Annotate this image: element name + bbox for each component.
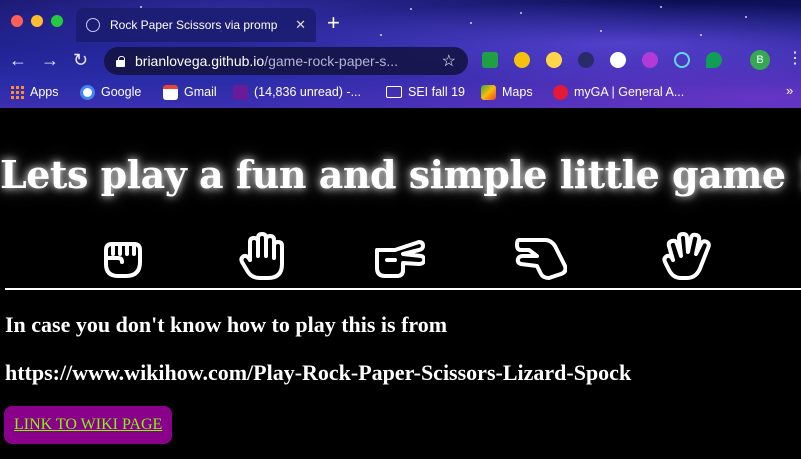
page-title: Lets play a fun and simple little game !: [0, 152, 801, 197]
reload-icon[interactable]: ↻: [73, 50, 88, 70]
tab-title: Rock Paper Scissors via promp: [110, 18, 278, 32]
info-text: In case you don't know how to play this …: [5, 312, 448, 337]
window-controls: [11, 15, 63, 27]
source-url-text: https://www.wikihow.com/Play-Rock-Paper-…: [5, 360, 632, 385]
bookmark-label: Gmail: [184, 85, 217, 99]
choice-row: [0, 232, 801, 284]
minimize-window-button[interactable]: [31, 15, 43, 27]
more-bookmarks-icon[interactable]: »: [786, 83, 793, 98]
home-extension-icon[interactable]: [546, 52, 562, 68]
url-path: /game-rock-paper-s...: [264, 53, 399, 69]
globe-icon: [86, 18, 100, 32]
bookmark-folder-sei[interactable]: SEI fall 19: [386, 85, 465, 99]
spock-choice[interactable]: [661, 232, 713, 282]
gmail-icon: [163, 84, 178, 100]
paper-hand-icon: [239, 232, 284, 280]
zoom-window-button[interactable]: [51, 15, 63, 27]
bookmark-label: Google: [101, 85, 142, 99]
wiki-link-button[interactable]: LINK TO WIKI PAGE: [4, 406, 173, 444]
scissors-choice[interactable]: [373, 232, 427, 282]
lizard-hand-icon: [515, 238, 568, 280]
bookmark-mail-unread[interactable]: (14,836 unread) -...: [233, 84, 362, 100]
browser-toolbar: ← → ↻ brianlovega.github.io /game-rock-p…: [0, 44, 801, 78]
close-window-button[interactable]: [11, 15, 23, 27]
tab-close-icon[interactable]: ✕: [295, 17, 306, 33]
back-arrow-icon[interactable]: ←: [9, 50, 27, 70]
bookmark-label: (14,836 unread) -...: [254, 85, 362, 99]
spock-hand-icon: [662, 232, 711, 280]
rock-choice[interactable]: [96, 232, 148, 282]
forward-arrow-icon[interactable]: →: [41, 50, 59, 70]
lizard-choice[interactable]: [515, 232, 568, 282]
bookmark-maps[interactable]: Maps: [481, 84, 533, 100]
address-bar[interactable]: brianlovega.github.io /game-rock-paper-s…: [104, 47, 468, 75]
more-menu-icon[interactable]: ⋮: [787, 49, 801, 69]
green-extension-icon[interactable]: [706, 52, 722, 68]
scissors-hand-icon: [375, 240, 427, 278]
google-icon: [80, 84, 95, 100]
bookmark-label: Apps: [30, 85, 59, 99]
lock-icon: [116, 55, 125, 67]
dark-extension-icon[interactable]: [578, 52, 594, 68]
bookmark-label: myGA | General A...: [574, 85, 685, 99]
url-domain: brianlovega.github.io: [135, 53, 265, 69]
active-tab[interactable]: Rock Paper Scissors via promp ✕: [76, 8, 316, 42]
ga-icon: [553, 84, 568, 100]
profile-avatar[interactable]: B: [750, 50, 770, 70]
checkmark-extension-icon[interactable]: [482, 52, 498, 68]
bookmark-apps[interactable]: Apps: [11, 85, 59, 99]
bookmark-myga[interactable]: myGA | General A...: [553, 84, 685, 100]
paper-choice[interactable]: [236, 232, 288, 282]
maps-icon: [481, 84, 496, 100]
browser-chrome: Rock Paper Scissors via promp ✕ + ← → ↻ …: [0, 0, 801, 108]
game-page: Lets play a fun and simple little game !: [0, 108, 801, 459]
bookmark-google[interactable]: Google: [80, 84, 142, 100]
apps-grid-icon: [11, 85, 24, 99]
new-tab-button[interactable]: +: [327, 12, 340, 34]
section-divider: [5, 288, 801, 290]
purple-extension-icon[interactable]: [642, 52, 658, 68]
react-devtools-icon[interactable]: [674, 52, 690, 68]
bookmark-star-icon[interactable]: ☆: [442, 51, 456, 71]
mail-icon: [233, 84, 248, 100]
bookmark-label: Maps: [502, 85, 533, 99]
bookmark-gmail[interactable]: Gmail: [163, 84, 217, 100]
bracket-extension-icon[interactable]: [610, 52, 626, 68]
bookmarks-bar: Apps Google Gmail (14,836 unread) -... S…: [0, 80, 801, 104]
folder-icon: [386, 86, 402, 98]
bookmark-label: SEI fall 19: [408, 85, 465, 99]
rock-hand-icon: [104, 242, 142, 278]
search-extension-icon[interactable]: [514, 52, 530, 68]
